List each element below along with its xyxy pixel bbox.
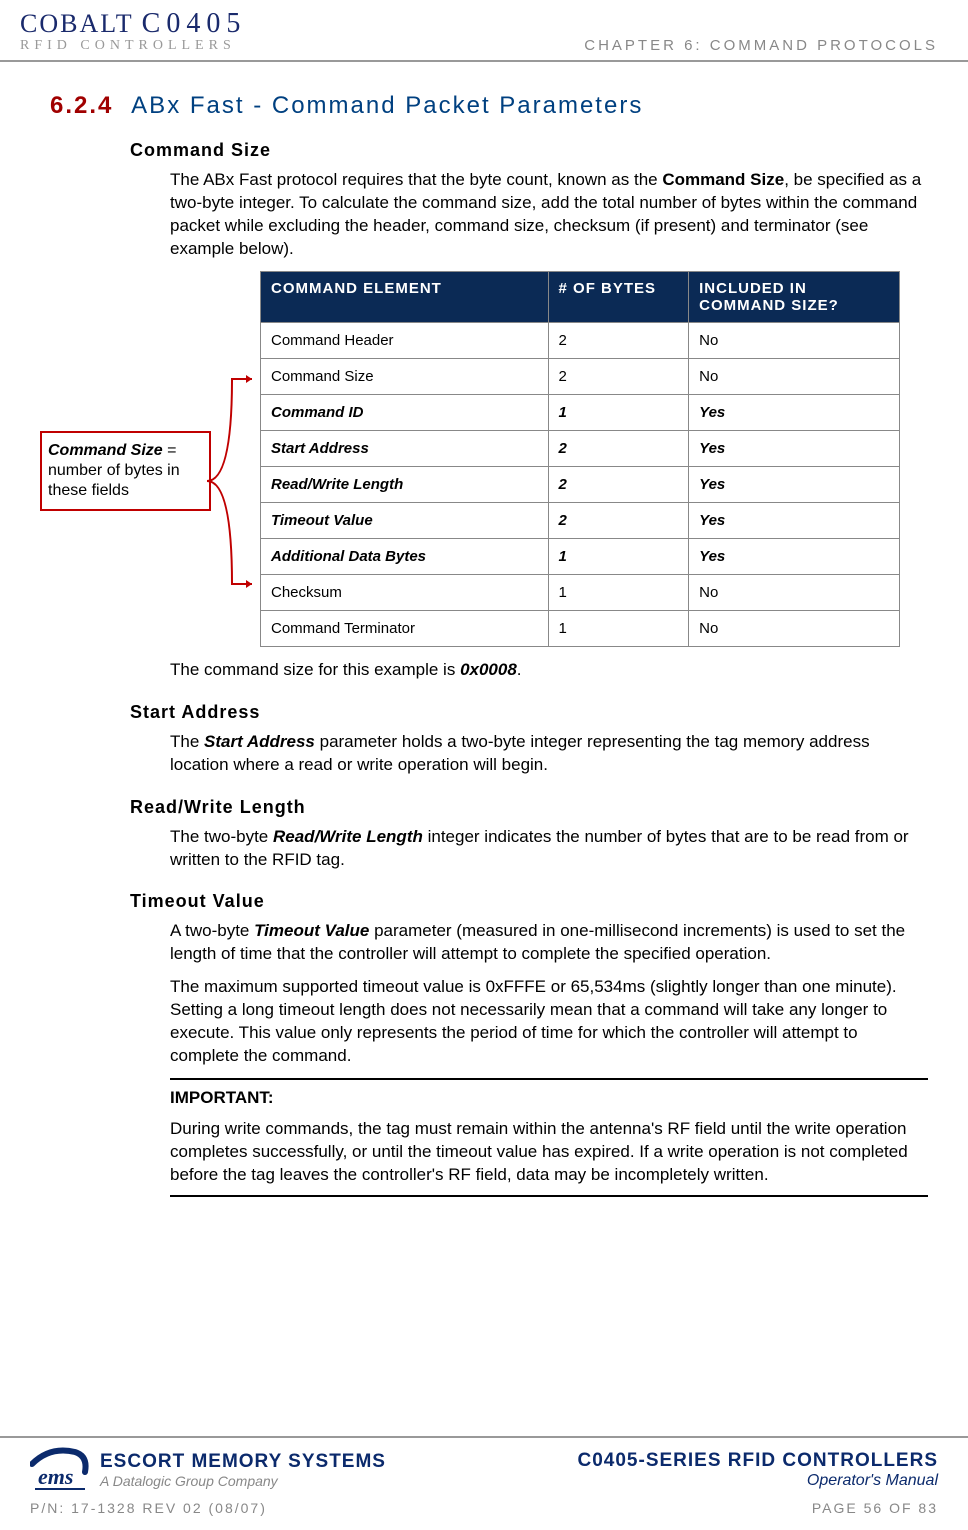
page-header: COBALT C0405 RFID CONTROLLERS CHAPTER 6:…	[0, 0, 968, 62]
table-cell: 1	[548, 394, 689, 430]
callout-box: Command Size = number of bytes in these …	[40, 431, 211, 511]
table-row: Command ID1Yes	[261, 394, 900, 430]
logo-subtitle: RFID CONTROLLERS	[20, 38, 246, 54]
timeout-paragraph-2: The maximum supported timeout value is 0…	[170, 976, 928, 1068]
timeout-heading: Timeout Value	[130, 891, 928, 912]
section-title: ABx Fast - Command Packet Parameters	[131, 92, 643, 119]
footer-company-sub: A Datalogic Group Company	[100, 1473, 386, 1489]
table-cell: Yes	[689, 466, 900, 502]
table-cell: Start Address	[261, 430, 549, 466]
command-size-paragraph-1: The ABx Fast protocol requires that the …	[170, 169, 928, 261]
table-cell: 2	[548, 358, 689, 394]
table-cell: Yes	[689, 430, 900, 466]
rw-length-paragraph: The two-byte Read/Write Length integer i…	[170, 826, 928, 872]
table-cell: No	[689, 322, 900, 358]
footer-part-number: P/N: 17-1328 REV 02 (08/07)	[30, 1500, 267, 1516]
table-cell: No	[689, 610, 900, 646]
command-size-example-line: The command size for this example is 0x0…	[170, 659, 928, 682]
command-size-heading: Command Size	[130, 140, 928, 161]
important-title: IMPORTANT:	[170, 1088, 928, 1108]
svg-text:ems: ems	[38, 1464, 73, 1489]
table-cell: Command Terminator	[261, 610, 549, 646]
table-cell: 1	[548, 610, 689, 646]
table-header-element: COMMAND ELEMENT	[261, 271, 549, 322]
chapter-label: CHAPTER 6: COMMAND PROTOCOLS	[584, 37, 938, 54]
table-cell: Yes	[689, 394, 900, 430]
table-row: Timeout Value2Yes	[261, 502, 900, 538]
command-elements-table: COMMAND ELEMENT # OF BYTES INCLUDED IN C…	[260, 271, 900, 647]
table-row: Command Header2No	[261, 322, 900, 358]
logo-model: C0405	[142, 8, 247, 39]
table-cell: No	[689, 574, 900, 610]
table-row: Checksum1No	[261, 574, 900, 610]
table-cell: 2	[548, 322, 689, 358]
table-cell: 2	[548, 466, 689, 502]
timeout-paragraph-1: A two-byte Timeout Value parameter (meas…	[170, 920, 928, 966]
footer-logo-block: ems ESCORT MEMORY SYSTEMS A Datalogic Gr…	[30, 1444, 386, 1496]
table-cell: Yes	[689, 538, 900, 574]
table-cell: Yes	[689, 502, 900, 538]
important-note: IMPORTANT: During write commands, the ta…	[170, 1078, 928, 1197]
ems-logo-icon: ems	[30, 1444, 90, 1496]
table-row: Command Terminator1No	[261, 610, 900, 646]
important-body: During write commands, the tag must rema…	[170, 1118, 928, 1187]
table-cell: Checksum	[261, 574, 549, 610]
table-cell: Command Header	[261, 322, 549, 358]
table-header-bytes: # OF BYTES	[548, 271, 689, 322]
table-cell: Timeout Value	[261, 502, 549, 538]
page-footer: ems ESCORT MEMORY SYSTEMS A Datalogic Gr…	[0, 1436, 968, 1530]
footer-product: C0405-SERIES RFID CONTROLLERS	[578, 1450, 939, 1472]
start-address-paragraph: The Start Address parameter holds a two-…	[170, 731, 928, 777]
table-cell: 2	[548, 502, 689, 538]
table-cell: Read/Write Length	[261, 466, 549, 502]
table-cell: Command Size	[261, 358, 549, 394]
table-cell: Additional Data Bytes	[261, 538, 549, 574]
footer-page-number: PAGE 56 OF 83	[812, 1500, 938, 1516]
table-cell: 1	[548, 538, 689, 574]
table-cell: No	[689, 358, 900, 394]
table-cell: 1	[548, 574, 689, 610]
table-row: Command Size2No	[261, 358, 900, 394]
command-size-table-area: Command Size = number of bytes in these …	[50, 271, 928, 647]
table-cell: 2	[548, 430, 689, 466]
section-number: 6.2.4	[50, 92, 113, 119]
logo: COBALT C0405 RFID CONTROLLERS	[20, 8, 246, 54]
table-cell: Command ID	[261, 394, 549, 430]
table-header-included: INCLUDED IN COMMAND SIZE?	[689, 271, 900, 322]
footer-product-sub: Operator's Manual	[578, 1472, 939, 1490]
bracket-icon	[202, 359, 262, 604]
rw-length-heading: Read/Write Length	[130, 797, 928, 818]
logo-brand: COBALT	[20, 9, 133, 38]
start-address-heading: Start Address	[130, 702, 928, 723]
table-row: Additional Data Bytes1Yes	[261, 538, 900, 574]
table-row: Start Address2Yes	[261, 430, 900, 466]
table-row: Read/Write Length2Yes	[261, 466, 900, 502]
footer-company: ESCORT MEMORY SYSTEMS	[100, 1451, 386, 1473]
section-heading: 6.2.4 ABx Fast - Command Packet Paramete…	[50, 92, 928, 120]
